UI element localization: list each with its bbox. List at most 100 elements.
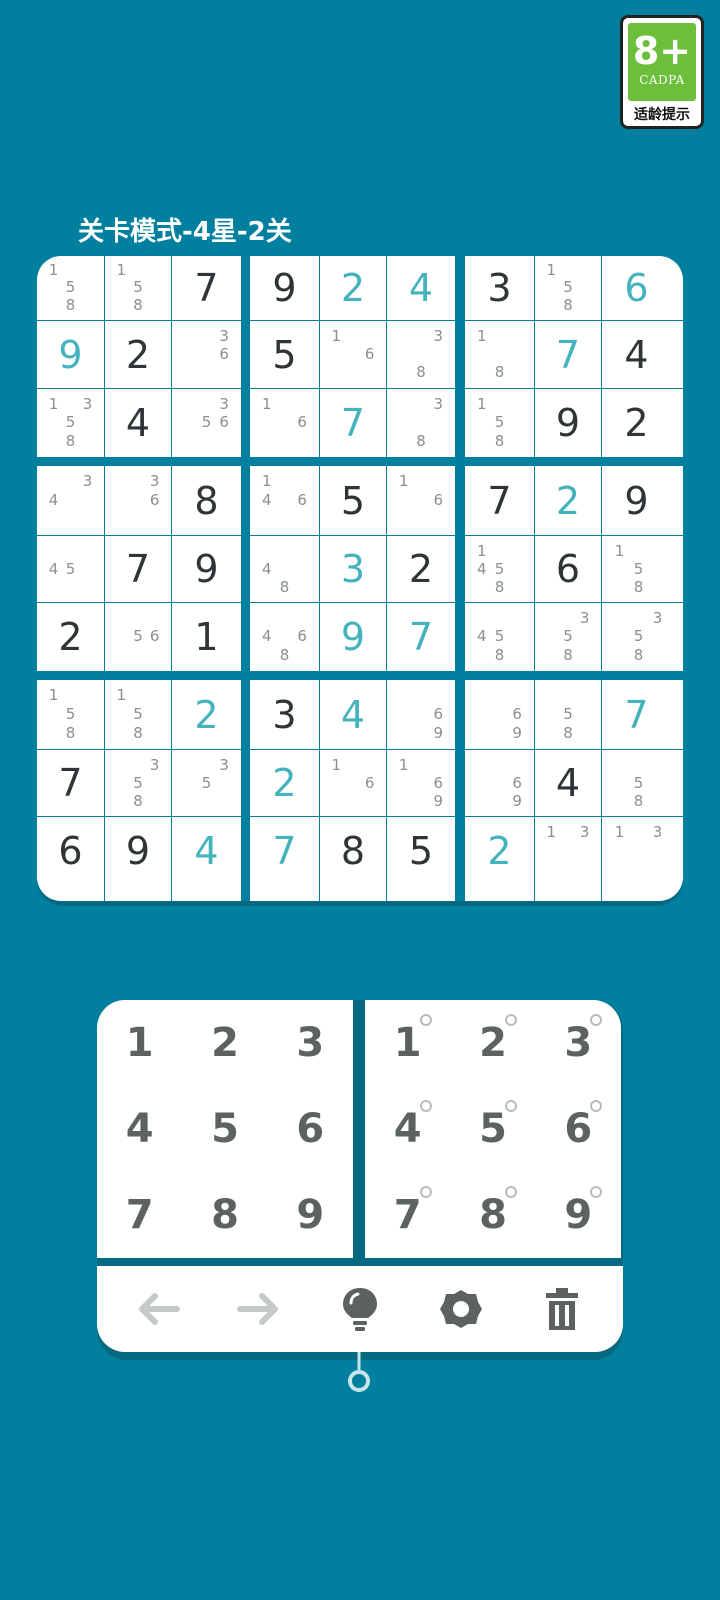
sudoku-cell[interactable]: 3 xyxy=(250,680,319,749)
delete-button[interactable] xyxy=(534,1281,590,1337)
sudoku-cell[interactable]: 4 xyxy=(172,817,241,901)
hint-button[interactable] xyxy=(332,1281,388,1337)
sudoku-cell[interactable]: 16 xyxy=(250,389,319,457)
number-key[interactable]: 4 xyxy=(97,1086,182,1172)
sudoku-cell[interactable]: 7 xyxy=(465,466,534,535)
note-key[interactable]: 7 xyxy=(365,1172,450,1258)
sudoku-cell[interactable]: 58 xyxy=(602,750,683,816)
sudoku-cell[interactable]: 7 xyxy=(535,321,601,388)
sudoku-cell[interactable]: 36 xyxy=(172,321,241,388)
sudoku-cell[interactable]: 6 xyxy=(602,256,683,320)
sudoku-cell[interactable]: 9 xyxy=(602,466,683,535)
sudoku-cell[interactable]: 158 xyxy=(602,536,683,602)
sudoku-cell[interactable]: 14 6 xyxy=(250,466,319,535)
sudoku-cell[interactable]: 9 xyxy=(37,321,104,388)
sudoku-cell[interactable]: 6 xyxy=(535,536,601,602)
sudoku-cell[interactable]: 16 xyxy=(320,750,386,816)
sudoku-cell[interactable]: 458 xyxy=(465,603,534,671)
sudoku-cell[interactable]: 5 xyxy=(320,466,386,535)
sudoku-cell[interactable]: 38 xyxy=(387,389,455,457)
sudoku-cell[interactable]: 69 xyxy=(465,680,534,749)
sudoku-cell[interactable]: 7 xyxy=(387,603,455,671)
note-key[interactable]: 4 xyxy=(365,1086,450,1172)
number-key[interactable]: 3 xyxy=(268,1000,353,1086)
note-key[interactable]: 9 xyxy=(536,1172,621,1258)
sudoku-cell[interactable]: 358 xyxy=(105,750,171,816)
sudoku-cell[interactable]: 1 xyxy=(172,603,241,671)
sudoku-cell[interactable]: 1 358 xyxy=(37,389,104,457)
sudoku-cell[interactable]: 58 xyxy=(535,680,601,749)
sudoku-cell[interactable]: 9 xyxy=(320,603,386,671)
note-key[interactable]: 1 xyxy=(365,1000,450,1086)
sudoku-cell[interactable]: 9 xyxy=(105,817,171,901)
sudoku-cell[interactable]: 4 xyxy=(320,680,386,749)
sudoku-cell[interactable]: 158 xyxy=(37,680,104,749)
sudoku-cell[interactable]: 7 xyxy=(37,750,104,816)
sudoku-cell[interactable]: 158 xyxy=(465,389,534,457)
sudoku-cell[interactable]: 35 xyxy=(172,750,241,816)
sudoku-cell[interactable]: 5 xyxy=(250,321,319,388)
sudoku-cell[interactable]: 3 xyxy=(465,256,534,320)
sudoku-cell[interactable]: 38 xyxy=(387,321,455,388)
sudoku-cell[interactable]: 34 xyxy=(37,466,104,535)
sudoku-cell[interactable]: 4 xyxy=(105,389,171,457)
sudoku-cell[interactable]: 1458 xyxy=(465,536,534,602)
sudoku-cell[interactable]: 36 xyxy=(105,466,171,535)
sudoku-cell[interactable]: 7 xyxy=(250,817,319,901)
sudoku-cell[interactable]: 5 xyxy=(387,817,455,901)
sudoku-cell[interactable]: 4 xyxy=(602,321,683,388)
sudoku-cell[interactable]: 8 xyxy=(320,817,386,901)
sudoku-cell[interactable]: 69 xyxy=(465,750,534,816)
number-key[interactable]: 8 xyxy=(182,1172,267,1258)
sudoku-cell[interactable]: 356 xyxy=(172,389,241,457)
sudoku-cell[interactable]: 6 xyxy=(37,817,104,901)
sudoku-cell[interactable]: 2 xyxy=(172,680,241,749)
sudoku-cell[interactable]: 358 xyxy=(602,603,683,671)
number-key[interactable]: 1 xyxy=(97,1000,182,1086)
sudoku-cell[interactable]: 16 xyxy=(387,466,455,535)
sudoku-cell[interactable]: 2 xyxy=(602,389,683,457)
sudoku-cell[interactable]: 4 68 xyxy=(250,603,319,671)
number-key[interactable]: 6 xyxy=(268,1086,353,1172)
sudoku-cell[interactable]: 358 xyxy=(535,603,601,671)
sudoku-cell[interactable]: 7 xyxy=(105,536,171,602)
sudoku-cell[interactable]: 158 xyxy=(105,680,171,749)
sudoku-cell[interactable]: 4 xyxy=(535,750,601,816)
sudoku-cell[interactable]: 16 xyxy=(320,321,386,388)
sudoku-cell[interactable]: 158 xyxy=(535,256,601,320)
sudoku-cell[interactable]: 69 xyxy=(387,680,455,749)
undo-button[interactable] xyxy=(130,1281,186,1337)
sudoku-cell[interactable]: 7 xyxy=(320,389,386,457)
sudoku-cell[interactable]: 8 xyxy=(172,466,241,535)
sudoku-cell[interactable]: 2 xyxy=(37,603,104,671)
note-key[interactable]: 2 xyxy=(450,1000,535,1086)
settings-button[interactable] xyxy=(433,1281,489,1337)
sudoku-cell[interactable]: 2 xyxy=(320,256,386,320)
number-key[interactable]: 5 xyxy=(182,1086,267,1172)
sudoku-cell[interactable]: 13 xyxy=(602,817,683,901)
sudoku-cell[interactable]: 2 xyxy=(465,817,534,901)
sudoku-cell[interactable]: 1 69 xyxy=(387,750,455,816)
sudoku-cell[interactable]: 2 xyxy=(535,466,601,535)
sudoku-cell[interactable]: 4 xyxy=(387,256,455,320)
note-key[interactable]: 8 xyxy=(450,1172,535,1258)
sudoku-cell[interactable]: 18 xyxy=(465,321,534,388)
sudoku-cell[interactable]: 9 xyxy=(172,536,241,602)
sudoku-cell[interactable]: 158 xyxy=(105,256,171,320)
note-key[interactable]: 3 xyxy=(536,1000,621,1086)
sudoku-cell[interactable]: 2 xyxy=(387,536,455,602)
redo-button[interactable] xyxy=(231,1281,287,1337)
sudoku-cell[interactable]: 56 xyxy=(105,603,171,671)
sudoku-cell[interactable]: 45 xyxy=(37,536,104,602)
sudoku-cell[interactable]: 158 xyxy=(37,256,104,320)
sudoku-cell[interactable]: 9 xyxy=(250,256,319,320)
sudoku-cell[interactable]: 13 xyxy=(535,817,601,901)
note-key[interactable]: 5 xyxy=(450,1086,535,1172)
sudoku-cell[interactable]: 7 xyxy=(602,680,683,749)
number-key[interactable]: 9 xyxy=(268,1172,353,1258)
sudoku-cell[interactable]: 9 xyxy=(535,389,601,457)
number-key[interactable]: 7 xyxy=(97,1172,182,1258)
note-key[interactable]: 6 xyxy=(536,1086,621,1172)
sudoku-cell[interactable]: 2 xyxy=(250,750,319,816)
sudoku-cell[interactable]: 3 xyxy=(320,536,386,602)
